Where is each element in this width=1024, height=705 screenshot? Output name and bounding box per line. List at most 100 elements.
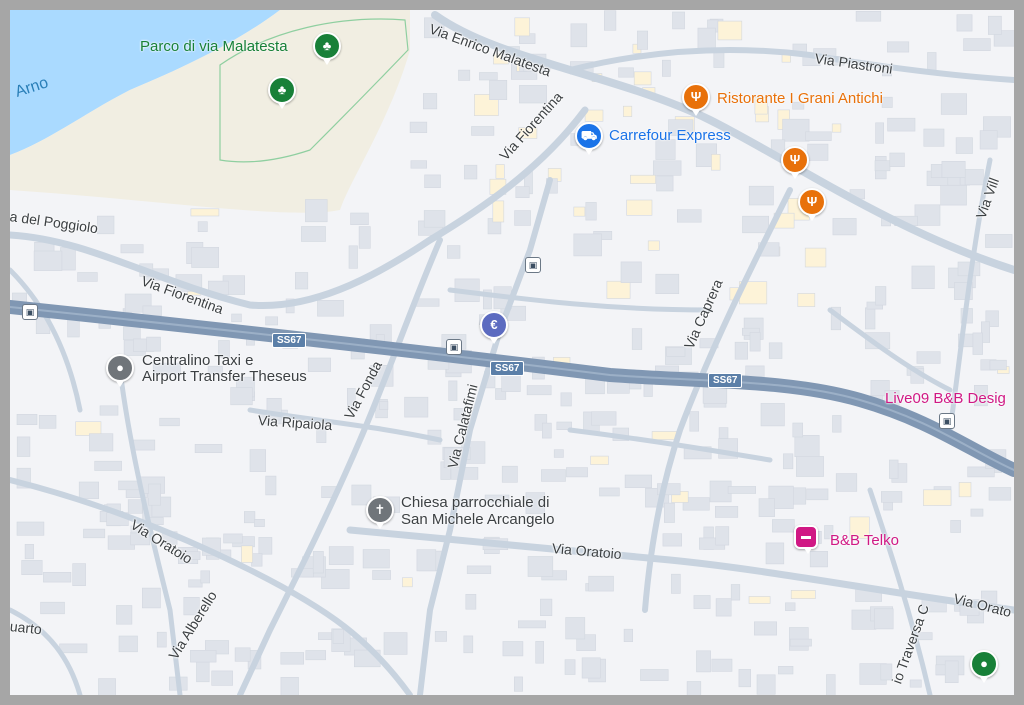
building (940, 185, 967, 206)
building (622, 105, 633, 117)
building (889, 152, 905, 167)
building (805, 131, 832, 141)
building (873, 608, 894, 630)
building (875, 286, 887, 306)
building (146, 336, 161, 352)
building (24, 543, 34, 560)
building (778, 665, 794, 675)
building (190, 208, 220, 217)
bus-stop-icon[interactable]: ▣ (446, 339, 462, 355)
bus-stop-icon[interactable]: ▣ (22, 304, 38, 320)
building (447, 245, 461, 259)
building (230, 387, 253, 406)
building (553, 449, 564, 458)
building (792, 422, 803, 438)
building (492, 200, 505, 223)
building (573, 206, 586, 217)
building (541, 469, 566, 482)
building (142, 587, 161, 609)
bed-icon[interactable]: ▬ (794, 525, 818, 554)
building (258, 537, 273, 555)
building (590, 455, 609, 465)
shopping-cart-icon[interactable]: ⛟ (575, 122, 603, 155)
building (348, 245, 358, 269)
building (573, 233, 602, 257)
building (864, 307, 876, 330)
building (599, 487, 620, 497)
euro-icon[interactable]: € (480, 311, 508, 344)
place-icon[interactable]: ● (970, 650, 998, 683)
building (372, 570, 391, 580)
building (123, 326, 141, 341)
building (875, 122, 884, 144)
building (465, 593, 477, 610)
building (791, 487, 807, 505)
poi-label-chiesa-line1[interactable]: Chiesa parrocchiale di (401, 495, 549, 511)
building (738, 669, 752, 688)
building (749, 332, 761, 352)
building (540, 598, 553, 616)
building (211, 670, 233, 686)
road-shield-ss67: SS67 (490, 361, 525, 376)
building (748, 185, 774, 206)
building (662, 533, 683, 547)
place-icon[interactable]: ● (106, 354, 134, 387)
building (753, 621, 777, 636)
street-label-quarto: uarto (10, 618, 43, 638)
building (623, 628, 633, 643)
building (916, 351, 941, 364)
building (944, 660, 959, 684)
tree-icon[interactable]: ♣ (268, 76, 296, 109)
bus-stop-icon[interactable]: ▣ (939, 413, 955, 429)
building (305, 199, 328, 223)
building (234, 647, 251, 662)
building (404, 396, 429, 418)
building (640, 669, 669, 681)
building (33, 250, 63, 271)
building (191, 247, 220, 268)
building (328, 546, 354, 565)
building (362, 549, 390, 569)
building (350, 212, 369, 225)
building (715, 598, 732, 617)
poi-label-telko[interactable]: B&B Telko (830, 533, 899, 549)
building (765, 542, 785, 565)
poi-label-ristorante[interactable]: Ristorante I Grani Antichi (717, 91, 883, 107)
building (711, 154, 721, 171)
fork-knife-icon[interactable]: Ψ (682, 83, 710, 116)
building (194, 443, 223, 453)
building (466, 565, 492, 574)
building (989, 359, 1007, 371)
building (479, 72, 498, 81)
building (265, 316, 279, 326)
building (826, 674, 836, 695)
building (501, 465, 518, 483)
building (495, 164, 505, 179)
building (714, 505, 739, 518)
poi-label-parco[interactable]: Parco di via Malatesta (140, 39, 288, 55)
building (887, 41, 910, 53)
fork-knife-icon[interactable]: Ψ (798, 188, 826, 221)
poi-label-carrefour[interactable]: Carrefour Express (609, 128, 731, 144)
building (686, 681, 702, 695)
bus-stop-icon[interactable]: ▣ (525, 257, 541, 273)
building (643, 383, 653, 397)
poi-label-taxi-line1[interactable]: Centralino Taxi e (142, 353, 253, 369)
building (196, 659, 210, 683)
building (730, 584, 741, 601)
building (809, 550, 828, 568)
building (909, 679, 922, 688)
building (958, 482, 972, 498)
building (99, 405, 119, 416)
poi-label-taxi-line2[interactable]: Airport Transfer Theseus (142, 369, 307, 385)
building (156, 631, 167, 648)
fork-knife-icon[interactable]: Ψ (781, 146, 809, 179)
building (671, 573, 681, 594)
cross-icon[interactable]: ✝ (366, 496, 394, 529)
map-viewport[interactable]: Arno Via Enrico Malatesta Via Piastroni … (10, 10, 1014, 695)
building (133, 439, 156, 451)
poi-label-live09[interactable]: Live09 B&B Desig (885, 391, 1006, 407)
tree-icon[interactable]: ♣ (313, 32, 341, 65)
building (16, 413, 38, 425)
poi-label-chiesa-line2[interactable]: San Michele Arcangelo (401, 512, 554, 528)
